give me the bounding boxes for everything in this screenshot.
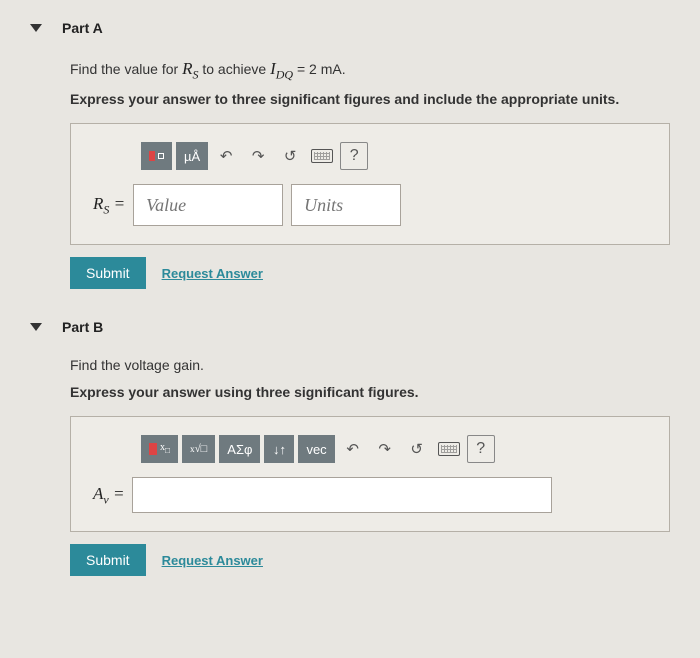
root-button[interactable]: x√□ [182, 435, 215, 463]
part-a-section: Part A Find the value for RS to achieve … [30, 20, 670, 289]
fraction-button[interactable]: x□ [141, 435, 178, 463]
rs-label: RS = [93, 194, 125, 217]
part-a-answer-box: µÅ ↶ ↷ ↺ ? RS = [70, 123, 670, 245]
chevron-down-icon [30, 24, 42, 32]
part-b-answer-box: x□ x√□ ΑΣφ ↓↑ vec ↶ ↷ ↺ ? Av = [70, 416, 670, 532]
greek-button[interactable]: ΑΣφ [219, 435, 260, 463]
av-label: Av = [93, 484, 124, 507]
redo-icon[interactable]: ↷ [371, 435, 399, 463]
reset-icon[interactable]: ↺ [276, 142, 304, 170]
part-b-toolbar: x□ x√□ ΑΣφ ↓↑ vec ↶ ↷ ↺ ? [93, 435, 647, 463]
av-input[interactable] [132, 477, 552, 513]
keyboard-icon[interactable] [435, 435, 463, 463]
vec-button[interactable]: vec [298, 435, 334, 463]
request-answer-link[interactable]: Request Answer [162, 266, 263, 281]
help-icon[interactable]: ? [467, 435, 495, 463]
part-a-instruction: Express your answer to three significant… [70, 91, 670, 107]
part-a-title: Part A [62, 20, 103, 36]
part-b-header[interactable]: Part B [30, 319, 670, 335]
part-a-toolbar: µÅ ↶ ↷ ↺ ? [93, 142, 647, 170]
units-button[interactable]: µÅ [176, 142, 208, 170]
part-b-instruction: Express your answer using three signific… [70, 384, 670, 400]
part-a-content: Find the value for RS to achieve IDQ = 2… [30, 56, 670, 289]
keyboard-icon[interactable] [308, 142, 336, 170]
part-a-input-row: RS = [93, 184, 647, 226]
part-b-section: Part B Find the voltage gain. Express yo… [30, 319, 670, 576]
help-icon[interactable]: ? [340, 142, 368, 170]
arrows-button[interactable]: ↓↑ [264, 435, 294, 463]
part-b-prompt: Find the voltage gain. [70, 355, 670, 376]
reset-icon[interactable]: ↺ [403, 435, 431, 463]
undo-icon[interactable]: ↶ [339, 435, 367, 463]
part-b-input-row: Av = [93, 477, 647, 513]
undo-icon[interactable]: ↶ [212, 142, 240, 170]
part-a-header[interactable]: Part A [30, 20, 670, 36]
part-b-actions: Submit Request Answer [70, 544, 670, 576]
request-answer-link[interactable]: Request Answer [162, 553, 263, 568]
submit-button[interactable]: Submit [70, 544, 146, 576]
redo-icon[interactable]: ↷ [244, 142, 272, 170]
part-a-actions: Submit Request Answer [70, 257, 670, 289]
chevron-down-icon [30, 323, 42, 331]
units-input[interactable] [291, 184, 401, 226]
part-b-content: Find the voltage gain. Express your answ… [30, 355, 670, 576]
value-input[interactable] [133, 184, 283, 226]
template-button[interactable] [141, 142, 172, 170]
submit-button[interactable]: Submit [70, 257, 146, 289]
part-a-prompt: Find the value for RS to achieve IDQ = 2… [70, 56, 670, 83]
part-b-title: Part B [62, 319, 103, 335]
